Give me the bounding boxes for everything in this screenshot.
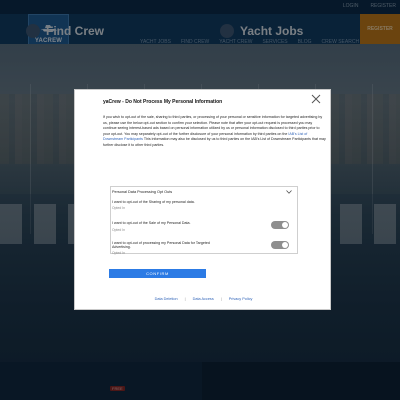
privacy-modal: yaCrew - Do Not Process My Personal Info…	[74, 89, 331, 310]
option-sale-label: I want to opt-out of the Sale of my Pers…	[112, 221, 191, 225]
option-targeted-ads-status: Opted In	[112, 251, 126, 255]
chevron-down-icon[interactable]	[286, 190, 292, 194]
option-sharing-status: Opted In	[112, 206, 126, 210]
opt-out-panel: Personal Data Processing Opt Outs I want…	[110, 186, 298, 255]
option-targeted-ads-label: I want to opt-out of processing my Perso…	[112, 241, 210, 250]
targeted-ads-opt-out-toggle[interactable]	[271, 241, 289, 249]
toggle-knob	[282, 242, 288, 248]
modal-description: If you wish to opt-out of the sale, shar…	[103, 115, 326, 149]
sale-opt-out-toggle[interactable]	[271, 221, 289, 229]
separator: |	[184, 297, 186, 301]
modal-title: yaCrew - Do Not Process My Personal Info…	[103, 99, 223, 105]
data-access-link[interactable]: Data Access	[193, 297, 214, 301]
separator: |	[220, 297, 222, 301]
close-icon[interactable]	[311, 94, 321, 104]
option-sharing-label: I want to opt-out of the Sharing of my p…	[112, 200, 195, 204]
data-deletion-link[interactable]: Data Deletion	[155, 297, 178, 301]
confirm-button[interactable]: CONFIRM	[109, 269, 206, 278]
toggle-knob	[282, 222, 288, 228]
privacy-policy-link[interactable]: Privacy Policy	[229, 297, 253, 301]
option-sale-status: Opted In	[112, 228, 126, 232]
panel-title: Personal Data Processing Opt Outs	[112, 190, 173, 194]
modal-footer-links: Data Deletion | Data Access | Privacy Po…	[75, 297, 332, 301]
